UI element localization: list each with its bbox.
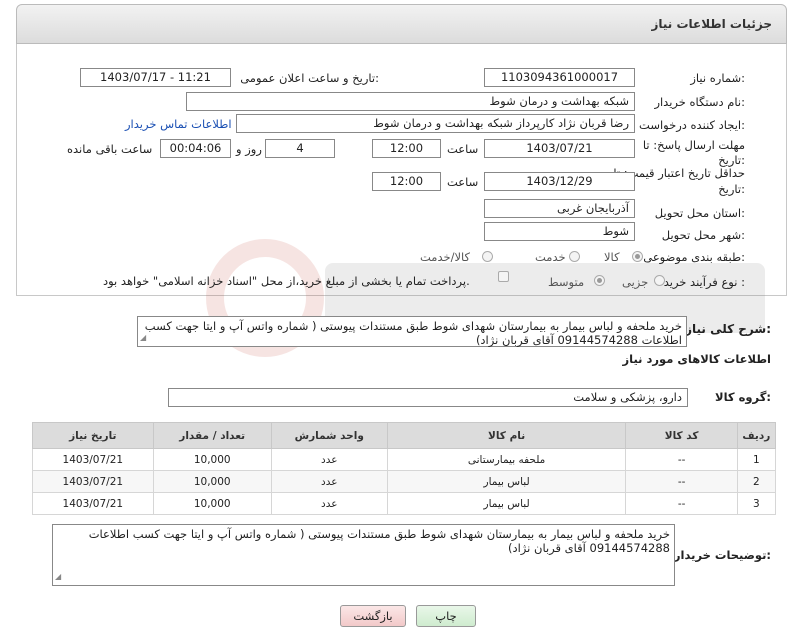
- col-index: ردیف: [736, 422, 777, 449]
- buyer-notes-textarea[interactable]: خرید ملحفه و لباس بیمار به بیمارستان شهد…: [52, 524, 675, 586]
- category-option-both: کالا/خدمت: [420, 250, 471, 264]
- table-row: 2 -- لباس بیمار عدد 10,000 1403/07/21: [32, 470, 777, 493]
- col-date: تاریخ نیاز: [32, 422, 154, 449]
- province-field[interactable]: آذربایجان غربی: [484, 199, 635, 218]
- need-number-field[interactable]: 1103094361000017: [484, 68, 635, 87]
- page-header: جزئیات اطلاعات نیاز: [16, 4, 787, 44]
- city-label: شهر محل تحویل:: [661, 228, 745, 242]
- resize-grip-icon[interactable]: ◢: [55, 570, 61, 584]
- need-number-label: شماره نیاز:: [690, 71, 745, 85]
- cell-index: 3: [736, 492, 777, 515]
- description-textarea[interactable]: خرید ملحفه و لباس بیمار به بیمارستان شهد…: [137, 316, 687, 347]
- back-button[interactable]: بازگشت: [340, 605, 406, 627]
- table-row: 1 -- ملحفه بیمارستانی عدد 10,000 1403/07…: [32, 448, 777, 471]
- goods-group-label: گروه کالا:: [715, 390, 771, 404]
- goods-table: ردیف کد کالا نام کالا واحد شمارش تعداد /…: [32, 422, 777, 515]
- deadline-label-line2: تاریخ:: [718, 153, 745, 167]
- category-option-goods: کالا: [604, 250, 620, 264]
- cell-date: 1403/07/21: [32, 448, 154, 471]
- category-option-service: خدمت: [535, 250, 566, 264]
- print-button[interactable]: چاپ: [416, 605, 476, 627]
- validity-date-field[interactable]: 1403/12/29: [484, 172, 635, 191]
- category-radio-service[interactable]: [569, 251, 580, 262]
- buyer-notes-label: توضیحات خریدار:: [673, 548, 771, 562]
- province-label: استان محل تحویل:: [654, 206, 745, 220]
- buyer-org-field[interactable]: شبکه بهداشت و درمان شوط: [186, 92, 635, 111]
- description-text: خرید ملحفه و لباس بیمار به بیمارستان شهد…: [144, 319, 682, 347]
- treasury-payment-note: پرداخت تمام یا بخشی از مبلغ خرید،از محل …: [103, 274, 470, 288]
- category-label: طبقه بندی موضوعی:: [643, 250, 745, 264]
- cell-name: لباس بیمار: [386, 492, 627, 515]
- category-radio-both[interactable]: [482, 251, 493, 262]
- cell-qty: 10,000: [152, 470, 272, 493]
- goods-table-header: ردیف کد کالا نام کالا واحد شمارش تعداد /…: [32, 422, 777, 449]
- goods-group-field[interactable]: دارو، پزشکی و سلامت: [168, 388, 688, 407]
- cell-date: 1403/07/21: [32, 470, 154, 493]
- deadline-time-label: ساعت: [447, 142, 479, 156]
- process-option-medium: متوسط: [548, 275, 585, 289]
- buyer-org-label: نام دستگاه خریدار:: [654, 95, 745, 109]
- col-name: نام کالا: [386, 422, 627, 449]
- days-field[interactable]: 4: [265, 139, 335, 158]
- cell-qty: 10,000: [152, 492, 272, 515]
- cell-code: --: [625, 470, 738, 493]
- contact-info-link[interactable]: اطلاعات تماس خریدار: [125, 117, 232, 131]
- remaining-label: ساعت باقی مانده: [67, 142, 153, 156]
- cell-unit: عدد: [270, 470, 388, 493]
- cell-code: --: [625, 448, 738, 471]
- process-label: نوع فرآیند خرید :: [663, 275, 745, 289]
- cell-unit: عدد: [270, 492, 388, 515]
- col-code: کد کالا: [625, 422, 738, 449]
- cell-date: 1403/07/21: [32, 492, 154, 515]
- col-unit: واحد شمارش: [270, 422, 388, 449]
- treasury-checkbox[interactable]: [498, 271, 509, 282]
- cell-name: لباس بیمار: [386, 470, 627, 493]
- table-row: 3 -- لباس بیمار عدد 10,000 1403/07/21: [32, 492, 777, 515]
- resize-grip-icon[interactable]: ◢: [140, 331, 146, 345]
- validity-time-label: ساعت: [447, 175, 479, 189]
- process-option-minor: جزیی: [622, 275, 649, 289]
- col-qty: تعداد / مقدار: [152, 422, 272, 449]
- cell-unit: عدد: [270, 448, 388, 471]
- process-radio-minor[interactable]: [654, 275, 665, 286]
- cell-qty: 10,000: [152, 448, 272, 471]
- page-title: جزئیات اطلاعات نیاز: [651, 17, 772, 31]
- buyer-notes-text: خرید ملحفه و لباس بیمار به بیمارستان شهد…: [88, 527, 670, 555]
- description-label: شرح کلی نیاز:: [685, 322, 771, 336]
- deadline-time-field[interactable]: 12:00: [372, 139, 441, 158]
- validity-time-field[interactable]: 12:00: [372, 172, 441, 191]
- validity-label-line2: تاریخ:: [718, 182, 745, 196]
- category-radio-goods[interactable]: [632, 251, 643, 262]
- cell-name: ملحفه بیمارستانی: [386, 448, 627, 471]
- days-label: روز و: [236, 142, 262, 156]
- cell-index: 2: [736, 470, 777, 493]
- deadline-date-field[interactable]: 1403/07/21: [484, 139, 635, 158]
- goods-section-title: اطلاعات کالاهای مورد نیاز: [622, 352, 771, 366]
- requester-label: ایجاد کننده درخواست:: [639, 118, 745, 132]
- announce-label: تاریخ و ساعت اعلان عمومی:: [240, 71, 379, 85]
- remaining-time-field[interactable]: 00:04:06: [160, 139, 231, 158]
- requester-field[interactable]: رضا قربان نژاد کارپرداز شبکه بهداشت و در…: [236, 114, 635, 133]
- deadline-label-line1: مهلت ارسال پاسخ: تا: [642, 138, 745, 152]
- city-field[interactable]: شوط: [484, 222, 635, 241]
- cell-code: --: [625, 492, 738, 515]
- cell-index: 1: [736, 448, 777, 471]
- announce-field[interactable]: 1403/07/17 - 11:21: [80, 68, 231, 87]
- process-radio-medium[interactable]: [594, 275, 605, 286]
